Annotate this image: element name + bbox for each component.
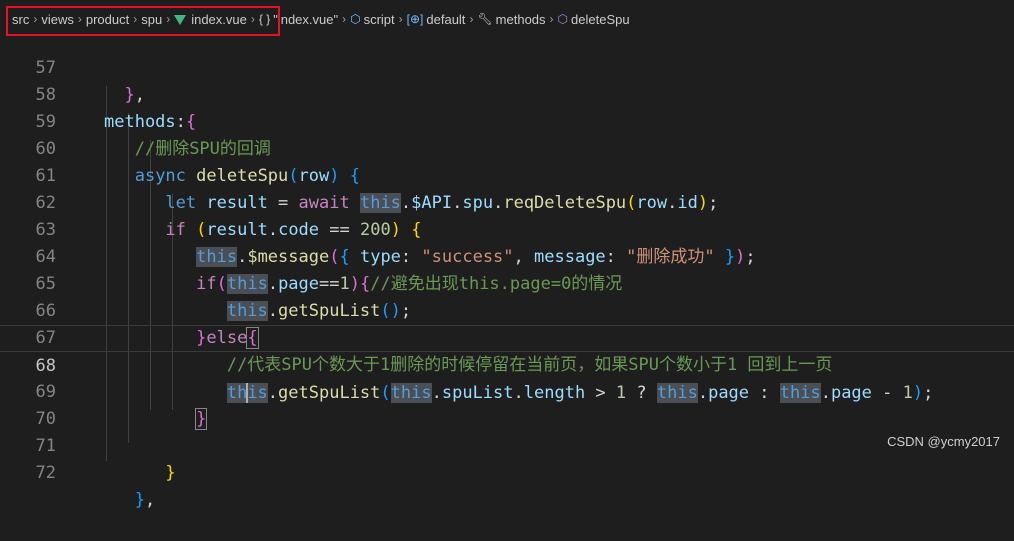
chevron-right-icon: › <box>342 12 347 26</box>
code-line: 60 async deleteSpu(row) { <box>0 109 1014 186</box>
code-line: 69 } <box>0 352 1014 430</box>
breadcrumb-symbol-methods[interactable]: 🔧︎ methods <box>477 12 545 27</box>
chevron-right-icon: › <box>250 12 255 26</box>
chevron-right-icon: › <box>33 12 38 26</box>
breadcrumb-label: script <box>363 11 395 27</box>
code-editor[interactable]: 57 }, 58 methods:{ 59 //删除SPU的回调 60 asyn… <box>0 32 1014 510</box>
chevron-right-icon: › <box>469 12 474 26</box>
cube-icon: ⬡ <box>557 12 569 26</box>
chevron-right-icon: › <box>77 12 82 26</box>
watermark: CSDN @ycmy2017 <box>887 434 1000 449</box>
breadcrumb-item-views[interactable]: views <box>41 12 74 27</box>
code-line: 65 this.getSpuList(); <box>0 244 1014 321</box>
code-line: 59 //删除SPU的回调 <box>0 82 1014 159</box>
breadcrumb-label: methods <box>495 11 546 27</box>
code-line: 67 //代表SPU个数大于1删除的时候停留在当前页，如果SPU个数小于1 回到… <box>0 298 1014 375</box>
breadcrumb-symbol-file[interactable]: { } "index.vue" <box>259 12 338 27</box>
code-line: 71 } <box>0 406 1014 483</box>
breadcrumb-symbol-script[interactable]: ⬡ script <box>350 12 395 27</box>
breadcrumb-symbol-deletespu[interactable]: ⬡ deleteSpu <box>558 12 630 27</box>
code-line: 66 }else{ <box>0 271 1014 349</box>
breadcrumb-label: product <box>85 11 130 27</box>
breadcrumb-label: src <box>12 11 30 27</box>
braces-icon: { } <box>258 12 271 26</box>
code-line: 57 }, <box>0 28 1014 105</box>
vue-file-icon <box>174 15 187 25</box>
line-number: 72 <box>35 463 56 483</box>
code-line: 62 if (result.code == 200) { <box>0 163 1014 240</box>
chevron-right-icon: › <box>133 12 138 26</box>
cube-icon: ⬡ <box>350 12 361 26</box>
code-line-current: 68 this.getSpuList(this.spuList.length >… <box>0 325 1014 403</box>
chevron-right-icon: › <box>398 12 403 26</box>
breadcrumb-item-file[interactable]: index.vue <box>174 12 247 27</box>
breadcrumb-label: deleteSpu <box>571 11 630 27</box>
code-line: 61 let result = await this.$API.spu.reqD… <box>0 136 1014 213</box>
chevron-right-icon: › <box>166 12 171 26</box>
code-line: 72 }, <box>0 433 1014 510</box>
breadcrumb-label: views <box>41 11 74 27</box>
brackets-icon: [⊕] <box>406 12 424 26</box>
breadcrumb-item-spu[interactable]: spu <box>141 12 162 27</box>
code-line: 58 methods:{ <box>0 55 1014 132</box>
breadcrumb-label: spu <box>141 11 163 27</box>
code-line: 64 if(this.page==1){//避免出现this.page=0的情况 <box>0 217 1014 294</box>
breadcrumb-symbol-default[interactable]: [⊕] default <box>407 12 466 27</box>
breadcrumb-label: "index.vue" <box>273 11 339 27</box>
breadcrumb-item-product[interactable]: product <box>86 12 129 27</box>
breadcrumb-item-src[interactable]: src <box>12 12 29 27</box>
chevron-right-icon: › <box>549 12 554 26</box>
breadcrumb-label: index.vue <box>191 11 247 27</box>
code-line: 63 this.$message({ type: "success", mess… <box>0 190 1014 267</box>
breadcrumb-label: default <box>426 11 466 27</box>
wrench-icon: 🔧︎ <box>477 12 493 26</box>
code-line: 70 <box>0 379 1014 429</box>
